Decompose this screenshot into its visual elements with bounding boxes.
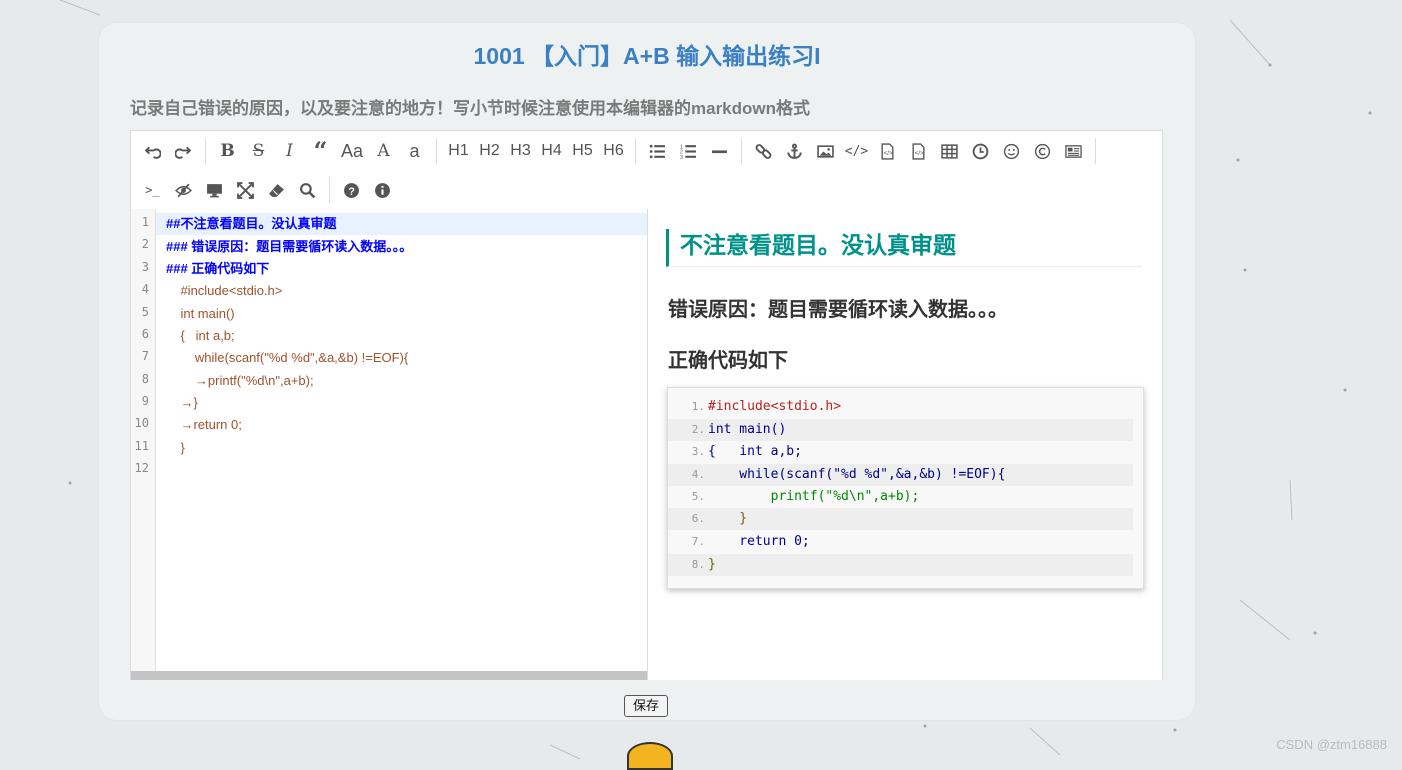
svg-text:?: ?: [348, 185, 354, 197]
anchor-icon[interactable]: [779, 136, 810, 166]
undo-icon[interactable]: [137, 136, 168, 166]
ordered-list-icon[interactable]: 123: [673, 136, 704, 166]
markdown-preview: 不注意看题目。没认真审题 错误原因：题目需要循环读入数据。。。 正确代码如下 1…: [648, 209, 1162, 680]
toolbar-separator: [329, 177, 330, 203]
line-number: 6: [141, 327, 149, 341]
search-icon[interactable]: [292, 175, 323, 205]
fullscreen-icon[interactable]: [230, 175, 261, 205]
code-line[interactable]: →printf("%d\n",a+b);: [156, 370, 647, 392]
italic-button[interactable]: I: [274, 136, 305, 166]
strikethrough-button[interactable]: S: [243, 136, 274, 166]
preview-code-line: 5. printf("%d\n",a+b);: [691, 489, 920, 504]
line-number: 9: [141, 394, 149, 408]
toolbar-row-2: >_ ?: [137, 171, 398, 209]
lowercase-button[interactable]: a: [399, 136, 430, 166]
line-number: 11: [134, 439, 149, 453]
uppercase-button[interactable]: Aa: [336, 136, 368, 166]
preview-code-line: 7. return 0;: [691, 534, 810, 549]
h2-button[interactable]: H2: [474, 136, 505, 166]
toolbar-row-1: B S I “ Aa A a H1 H2 H3 H4 H5 H6 123 </>…: [137, 132, 1102, 170]
h6-button[interactable]: H6: [598, 136, 629, 166]
horizontal-rule-icon[interactable]: [704, 136, 735, 166]
preview-code-line: 8.}: [668, 554, 1133, 576]
image-icon[interactable]: [810, 136, 841, 166]
preview-code-line: 2. int main(): [668, 419, 1133, 441]
toolbar-separator: [741, 138, 742, 164]
hide-preview-icon[interactable]: [168, 175, 199, 205]
preview-code-line: 6. }: [668, 508, 1133, 530]
watermark: CSDN @ztm16888: [1276, 737, 1387, 752]
code-line[interactable]: →}: [156, 392, 647, 414]
h5-button[interactable]: H5: [567, 136, 598, 166]
unordered-list-icon[interactable]: [642, 136, 673, 166]
help-icon[interactable]: ?: [336, 175, 367, 205]
line-number: 2: [141, 237, 149, 251]
quote-icon[interactable]: “: [305, 136, 336, 166]
svg-text:</>: </>: [884, 150, 893, 157]
emoji-icon[interactable]: [996, 136, 1027, 166]
preview-h3-code: 正确代码如下: [668, 350, 788, 372]
preview-code-line: 3.{ int a,b;: [691, 444, 802, 459]
h4-button[interactable]: H4: [536, 136, 567, 166]
line-number: 12: [134, 461, 149, 475]
code-line[interactable]: #include<stdio.h>: [156, 280, 647, 302]
line-number: 1: [141, 215, 149, 229]
toolbar-separator: [436, 138, 437, 164]
line-number: 5: [141, 305, 149, 319]
toolbar-separator: [1095, 138, 1096, 164]
first-letter-uppercase-button[interactable]: A: [368, 136, 399, 166]
code-line[interactable]: ### 错误原因：题目需要循环读入数据。。。: [156, 236, 647, 258]
toolbar-separator: [635, 138, 636, 164]
pagebreak-icon[interactable]: [1058, 136, 1089, 166]
clear-eraser-icon[interactable]: [261, 175, 292, 205]
code-line[interactable]: →return 0;: [156, 414, 647, 436]
datetime-icon[interactable]: [965, 136, 996, 166]
link-icon[interactable]: [748, 136, 779, 166]
code-line[interactable]: int main(): [156, 303, 647, 325]
code-block-icon[interactable]: </>: [872, 136, 903, 166]
preview-h3-error: 错误原因：题目需要循环读入数据。。。: [668, 299, 1008, 321]
code-line[interactable]: }: [156, 437, 647, 459]
markdown-editor: B S I “ Aa A a H1 H2 H3 H4 H5 H6 123 </>…: [130, 130, 1163, 680]
markdown-source-editor[interactable]: ##不注意看题目。没认真审题 ### 错误原因：题目需要循环读入数据。。。 ##…: [156, 209, 647, 671]
code-line[interactable]: ##不注意看题目。没认真审题: [156, 213, 647, 235]
h3-button[interactable]: H3: [505, 136, 536, 166]
code-line[interactable]: [156, 459, 647, 481]
info-icon[interactable]: [367, 175, 398, 205]
line-number: 3: [141, 260, 149, 274]
preview-code-block: 1. #include<stdio.h> 2. int main() 3.{ int…: [667, 387, 1144, 589]
h1-button[interactable]: H1: [443, 136, 474, 166]
page-title: 1001 【入门】A+B 输入输出练习I: [473, 43, 821, 69]
page-subtitle: 记录自己错误的原因，以及要注意的地方！写小节时候注意使用本编辑器的markdow…: [130, 99, 811, 118]
preview-code-line: 1. #include<stdio.h>: [691, 399, 842, 414]
toolbar-separator: [205, 138, 206, 164]
preview-code-line: 4. while(scanf("%d %d",&a,&b) !=EOF){: [668, 464, 1133, 486]
code-line[interactable]: ### 正确代码如下: [156, 258, 647, 280]
preview-h1: 不注意看题目。没认真审题: [666, 229, 1142, 267]
svg-text:</>: </>: [915, 150, 924, 157]
goto-line-button[interactable]: >_: [137, 175, 168, 205]
bold-button[interactable]: B: [212, 136, 243, 166]
line-number: 4: [141, 282, 149, 296]
table-icon[interactable]: [934, 136, 965, 166]
horizontal-scrollbar[interactable]: [131, 671, 647, 680]
line-number: 10: [134, 416, 149, 430]
redo-icon[interactable]: [168, 136, 199, 166]
line-number: 7: [141, 349, 149, 363]
watch-preview-icon[interactable]: [199, 175, 230, 205]
line-number-gutter: 1 2 3 4 5 6 7 8 9 10 11 12: [131, 209, 156, 671]
code-line[interactable]: while(scanf("%d %d",&a,&b) !=EOF){: [156, 347, 647, 369]
mascot-image: [627, 742, 673, 770]
editor-toolbar: B S I “ Aa A a H1 H2 H3 H4 H5 H6 123 </>…: [131, 131, 1162, 210]
svg-text:3: 3: [680, 154, 683, 159]
save-button[interactable]: 保存: [624, 695, 668, 717]
line-number: 8: [141, 372, 149, 386]
code-inline-icon[interactable]: </>: [841, 136, 872, 166]
code-line[interactable]: { int a,b;: [156, 325, 647, 347]
html-entities-icon[interactable]: [1027, 136, 1058, 166]
preformatted-text-icon[interactable]: </>: [903, 136, 934, 166]
